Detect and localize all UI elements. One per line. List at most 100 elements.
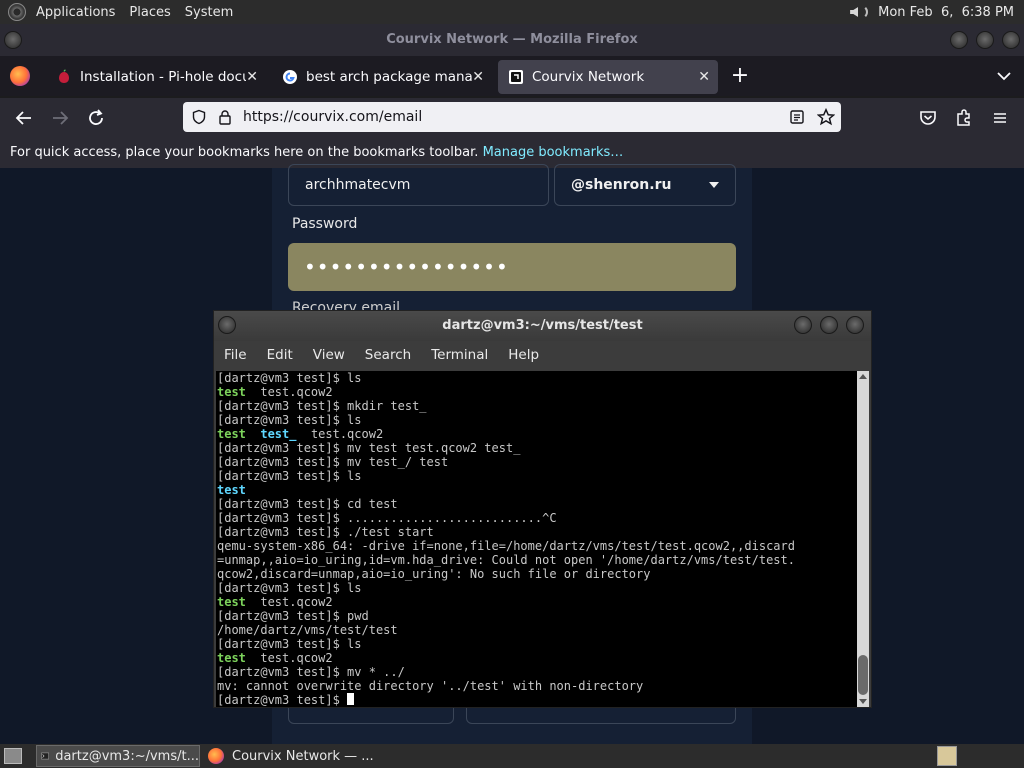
manage-bookmarks-link[interactable]: Manage bookmarks… xyxy=(483,145,624,160)
terminal-output[interactable]: [dartz@vm3 test]$ ls test test.qcow2 [dart… xyxy=(216,371,858,707)
terminal-line: /home/dartz/vms/test/test xyxy=(217,623,398,637)
scroll-down-arrow-icon[interactable] xyxy=(857,697,869,707)
hamburger-menu-icon[interactable] xyxy=(988,106,1012,130)
terminal-menu-file[interactable]: File xyxy=(224,347,247,363)
reload-icon[interactable] xyxy=(84,106,108,130)
applications-menu[interactable]: Applications xyxy=(36,5,115,20)
terminal-line: [dartz@vm3 test]$ ls xyxy=(217,413,362,427)
close-tab-icon[interactable]: ✕ xyxy=(698,69,710,85)
volume-icon[interactable] xyxy=(848,3,869,21)
tab-courvix[interactable]: Courvix Network ✕ xyxy=(498,60,718,94)
terminal-line: [dartz@vm3 test]$ ls xyxy=(217,637,362,651)
show-desktop-icon[interactable] xyxy=(4,748,22,764)
window-menu-button[interactable] xyxy=(4,31,22,49)
terminal-window-menu-button[interactable] xyxy=(218,316,236,334)
lock-icon[interactable] xyxy=(217,109,233,125)
terminal-menu-search[interactable]: Search xyxy=(365,347,411,363)
chevron-down-icon xyxy=(709,182,719,188)
terminal-menu-terminal[interactable]: Terminal xyxy=(431,347,488,363)
terminal-line: test test.qcow2 xyxy=(217,651,333,665)
bookmarks-hint-text: For quick access, place your bookmarks h… xyxy=(10,145,479,160)
terminal-maximize-button[interactable] xyxy=(820,316,838,334)
bookmark-star-icon[interactable] xyxy=(817,108,835,126)
pihole-icon xyxy=(59,69,69,83)
firefox-view-icon[interactable] xyxy=(10,66,30,86)
domain-select-value: @shenron.ru xyxy=(571,177,672,193)
terminal-line: [dartz@vm3 test]$ ls xyxy=(217,581,362,595)
url-text[interactable]: https://courvix.com/email xyxy=(243,109,789,125)
taskbar-item-terminal[interactable]: dartz@vm3:~/vms/t... xyxy=(36,745,200,767)
tracking-protection-shield-icon[interactable] xyxy=(191,109,207,125)
top-panel: Applications Places System Mon Feb 6, 6:… xyxy=(0,0,1024,24)
scrollbar-thumb[interactable] xyxy=(858,655,868,695)
password-input[interactable]: •••••••••••••••• xyxy=(288,243,736,291)
terminal-window[interactable]: dartz@vm3:~/vms/test/test File Edit View… xyxy=(213,310,872,708)
terminal-line: [dartz@vm3 test]$ ./test start xyxy=(217,525,434,539)
terminal-line: [dartz@vm3 test]$ mv test_/ test xyxy=(217,455,449,469)
terminal-line: mv: cannot overwrite directory '../test'… xyxy=(217,679,644,693)
terminal-line: [dartz@vm3 test]$ xyxy=(217,693,858,707)
minimize-button[interactable] xyxy=(950,31,968,49)
tab-bar: Installation - Pi-hole documentation ✕ b… xyxy=(0,56,1024,96)
terminal-title: dartz@vm3:~/vms/test/test xyxy=(442,318,643,333)
scroll-up-arrow-icon[interactable] xyxy=(857,371,869,381)
terminal-line: test test_ test.qcow2 xyxy=(217,427,384,441)
bottom-taskbar: dartz@vm3:~/vms/t... Courvix Network — .… xyxy=(0,744,1024,768)
terminal-line: [dartz@vm3 test]$ mkdir test_ xyxy=(217,399,427,413)
terminal-line: [dartz@vm3 test]$ mv test test.qcow2 tes… xyxy=(217,441,521,455)
domain-select[interactable]: @shenron.ru xyxy=(554,164,736,206)
extensions-puzzle-icon[interactable] xyxy=(952,106,976,130)
firefox-icon xyxy=(208,748,224,764)
forward-arrow-icon[interactable] xyxy=(48,106,72,130)
terminal-line: test test.qcow2 xyxy=(217,385,333,399)
terminal-menubar: File Edit View Search Terminal Help xyxy=(214,341,871,369)
terminal-line: [dartz@vm3 test]$ ls xyxy=(217,371,362,385)
new-tab-plus-icon[interactable]: + xyxy=(730,64,750,88)
google-icon xyxy=(283,70,297,84)
terminal-menu-edit[interactable]: Edit xyxy=(267,347,293,363)
terminal-menu-view[interactable]: View xyxy=(313,347,345,363)
terminal-close-button[interactable] xyxy=(846,316,864,334)
terminal-line: [dartz@vm3 test]$ ls xyxy=(217,469,362,483)
tab-label: best arch package manager xyxy=(306,69,472,85)
terminal-scrollbar[interactable] xyxy=(857,371,869,707)
distro-logo-icon[interactable] xyxy=(8,3,26,21)
terminal-line: qcow2,discard=unmap,aio=io_uring': No su… xyxy=(217,567,651,581)
pocket-icon[interactable] xyxy=(916,106,940,130)
list-all-tabs-chevron-icon[interactable] xyxy=(994,66,1014,86)
courvix-icon xyxy=(509,70,523,84)
terminal-line: test test.qcow2 xyxy=(217,595,333,609)
tab-label: Installation - Pi-hole documentation xyxy=(80,69,246,85)
window-title: Courvix Network — Mozilla Firefox xyxy=(386,32,638,47)
terminal-icon xyxy=(41,752,49,760)
terminal-line: qemu-system-x86_64: -drive if=none,file=… xyxy=(217,539,795,553)
reader-view-icon[interactable] xyxy=(789,109,805,125)
terminal-line: [dartz@vm3 test]$ mv * ../ xyxy=(217,665,405,679)
terminal-titlebar[interactable]: dartz@vm3:~/vms/test/test xyxy=(214,311,871,341)
url-bar[interactable]: https://courvix.com/email xyxy=(183,102,841,132)
system-menu[interactable]: System xyxy=(185,5,233,20)
terminal-menu-help[interactable]: Help xyxy=(508,347,539,363)
close-tab-icon[interactable]: ✕ xyxy=(246,69,258,85)
workspace-switcher-icon[interactable] xyxy=(937,746,957,766)
username-input[interactable]: archhmatecvm xyxy=(288,164,549,206)
close-window-button[interactable] xyxy=(1002,31,1020,49)
close-tab-icon[interactable]: ✕ xyxy=(472,69,484,85)
taskbar-item-firefox[interactable]: Courvix Network — ... xyxy=(204,745,374,767)
maximize-button[interactable] xyxy=(976,31,994,49)
terminal-line: [dartz@vm3 test]$ ......................… xyxy=(217,511,557,525)
terminal-minimize-button[interactable] xyxy=(794,316,812,334)
terminal-line: [dartz@vm3 test]$ cd test xyxy=(217,497,398,511)
navigation-toolbar: https://courvix.com/email xyxy=(0,98,1024,138)
tab-pihole[interactable]: Installation - Pi-hole documentation ✕ xyxy=(46,60,266,94)
back-arrow-icon[interactable] xyxy=(12,106,36,130)
terminal-line: test xyxy=(217,483,246,497)
terminal-lines: [dartz@vm3 test]$ ls test test.qcow2 [dart… xyxy=(216,371,858,707)
password-label: Password xyxy=(292,216,358,232)
tab-google-search[interactable]: best arch package manager ✕ xyxy=(272,60,492,94)
clock[interactable]: Mon Feb 6, 6:38 PM xyxy=(878,5,1014,20)
firefox-titlebar: Courvix Network — Mozilla Firefox xyxy=(0,24,1024,56)
places-menu[interactable]: Places xyxy=(129,5,170,20)
tab-label: Courvix Network xyxy=(532,69,645,85)
terminal-cursor xyxy=(347,693,355,705)
